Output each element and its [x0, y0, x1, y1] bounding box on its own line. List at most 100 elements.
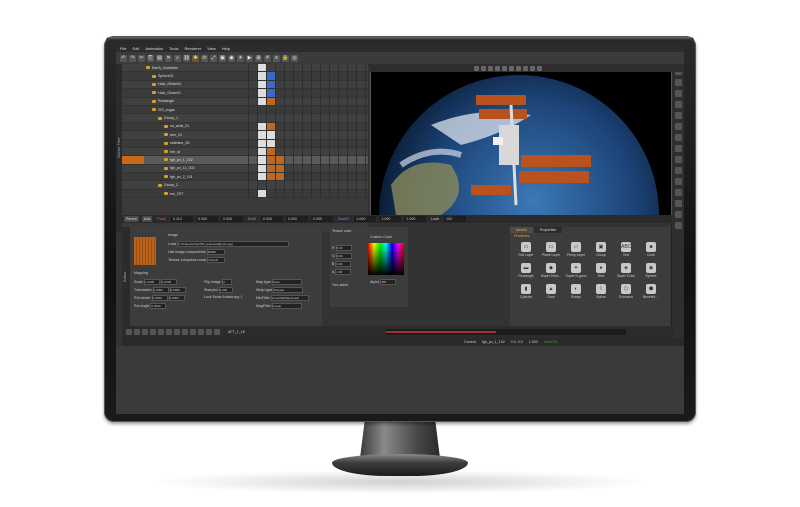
tool-hand-icon[interactable] [674, 79, 682, 86]
link-icon[interactable]: ⛓ [183, 54, 190, 62]
sharpen-field[interactable]: 0.000 [218, 287, 233, 293]
pos-x-field[interactable]: 0.113 [170, 216, 193, 222]
tool-path-icon[interactable] [674, 178, 682, 185]
view-move-icon[interactable] [474, 65, 479, 71]
tree-row[interactable]: fgb_pv_11_002 [122, 164, 368, 174]
pos-y-field[interactable]: 0.000 [195, 216, 218, 222]
key-add-icon[interactable] [198, 329, 204, 335]
scale-v-field[interactable]: 1.0000 [161, 279, 177, 285]
view-zoom-icon[interactable] [488, 65, 493, 71]
tree-row[interactable]: ISS_sugar [122, 105, 368, 115]
anisotropy-field[interactable]: 1 [240, 295, 242, 299]
rgba-select[interactable]: RGBA [206, 249, 225, 255]
paste-icon[interactable]: ▤ [156, 54, 163, 62]
persp-layer-item[interactable]: ▱ Persp Layer [564, 241, 588, 261]
spline-item[interactable]: ⌇ Spline [589, 283, 613, 303]
image-path-field[interactable]: C:/Projects/Ops/ISS_textures/fgb-sun.jpg [177, 241, 289, 247]
cut-icon[interactable]: ✂ [138, 54, 145, 62]
tab-assets[interactable]: Assets [510, 227, 533, 233]
sphere-item[interactable]: ◉ Sphere [639, 262, 663, 282]
view-shade-icon[interactable] [530, 65, 535, 71]
record-icon[interactable] [214, 329, 220, 335]
scale-y-field[interactable]: 1.000 [379, 216, 402, 222]
parent-button[interactable]: Parent [124, 216, 139, 222]
copy-icon[interactable]: ⎘ [147, 54, 154, 62]
blue-field[interactable]: 0.00 [335, 261, 352, 267]
map-type-select[interactable]: None [271, 279, 302, 285]
tool-fx-icon[interactable] [674, 189, 682, 196]
tool-brush-icon[interactable] [674, 123, 682, 130]
flip-select[interactable]: H [221, 279, 232, 285]
prev-key-icon[interactable] [134, 329, 140, 335]
play-icon[interactable] [150, 329, 156, 335]
view-wire-icon[interactable] [523, 65, 528, 71]
menu-animation[interactable]: Animation [145, 46, 163, 51]
align-icon[interactable]: ≡ [273, 54, 280, 62]
tree-row[interactable]: Rectangle [122, 97, 368, 106]
tree-row[interactable]: Group_2 [122, 181, 368, 190]
lock-icon[interactable]: 🔒 [282, 54, 289, 62]
tree-row[interactable]: Earth_Container [122, 64, 368, 73]
loop-icon[interactable] [190, 329, 196, 335]
text-item[interactable]: ABC Text [614, 241, 638, 261]
camera-icon[interactable]: ◉ [228, 54, 235, 62]
translation-v-field[interactable]: 0.0000 [169, 287, 186, 293]
scale-x-field[interactable]: 1.000 [354, 216, 377, 222]
prev-frame-icon[interactable] [142, 329, 148, 335]
redo-icon[interactable]: ↷ [129, 54, 136, 62]
scale-z-field[interactable]: 1.000 [404, 216, 427, 222]
eye-icon[interactable]: ◎ [291, 54, 298, 62]
view-light-icon[interactable] [509, 65, 514, 71]
extrusion-item[interactable]: ⬡ Extrusion [614, 283, 638, 303]
move-icon[interactable]: ✥ [192, 54, 199, 62]
next-key-icon[interactable] [174, 329, 180, 335]
rotate-icon[interactable]: ⟳ [201, 54, 208, 62]
color-palette[interactable] [368, 243, 404, 275]
magfilter-select[interactable]: Linear [271, 303, 302, 309]
tool-fill-icon[interactable] [674, 222, 682, 229]
render-viewport[interactable] [370, 64, 672, 216]
menu-edit[interactable]: Edit [132, 46, 139, 51]
last-frame-icon[interactable] [182, 329, 188, 335]
view-grid-icon[interactable] [516, 65, 521, 71]
menu-file[interactable]: File [120, 46, 126, 51]
first-frame-icon[interactable] [126, 329, 132, 335]
tool-zoom-icon[interactable] [674, 90, 682, 97]
tool-camera-icon[interactable] [674, 167, 682, 174]
stop-icon[interactable] [158, 329, 164, 335]
search-icon[interactable]: ⌕ [174, 54, 181, 62]
rot-z-field[interactable]: 0.000 [310, 216, 333, 222]
menu-view[interactable]: View [207, 46, 216, 51]
tree-row[interactable]: fgb_pv_2_101 [122, 173, 368, 182]
green-field[interactable]: 0.00 [335, 253, 352, 259]
scale-icon[interactable]: ⤢ [210, 54, 217, 62]
beveled-item[interactable]: ⬢ Beveled ... [639, 283, 663, 303]
view-camera-icon[interactable] [502, 65, 507, 71]
tool-shape-icon[interactable] [674, 145, 682, 152]
scale-u-field[interactable]: 1.0000 [144, 279, 160, 285]
grid-icon[interactable]: # [264, 54, 271, 62]
tool-eraser-icon[interactable] [674, 211, 682, 218]
super-ngons-item[interactable]: ✦ Super N-gons [564, 262, 588, 282]
alpha-slider[interactable]: 255 [380, 279, 397, 285]
tree-row[interactable]: Sphere01 [122, 72, 368, 81]
tree-row[interactable]: sm_2ST [122, 189, 368, 199]
rot-y-field[interactable]: 0.000 [285, 216, 308, 222]
pos-z-field[interactable]: 0.000 [220, 216, 243, 222]
menu-renderer[interactable]: Renderer [185, 46, 202, 51]
view-fit-icon[interactable] [495, 65, 500, 71]
render-icon[interactable]: ▶ [246, 54, 253, 62]
light-icon[interactable]: ☀ [237, 54, 244, 62]
next-frame-icon[interactable] [166, 329, 172, 335]
snap-icon[interactable]: ⊞ [255, 54, 262, 62]
two-sided-checkbox[interactable]: Two sided [332, 283, 348, 287]
compress-select[interactable]: Default [207, 257, 226, 263]
rot-angle-field[interactable]: 0.0000 [150, 303, 167, 309]
cylinder-item[interactable]: ▮ Cylinder [514, 283, 538, 303]
cube-item[interactable]: ■ Cube [639, 241, 663, 261]
axis-button[interactable]: Axis [141, 216, 153, 222]
tool-pen-icon[interactable] [674, 112, 682, 119]
tree-row[interactable]: Halo_Globe04 [122, 80, 368, 90]
tree-row[interactable]: sideblue_08 [122, 139, 368, 148]
select-icon[interactable]: ▣ [219, 54, 226, 62]
